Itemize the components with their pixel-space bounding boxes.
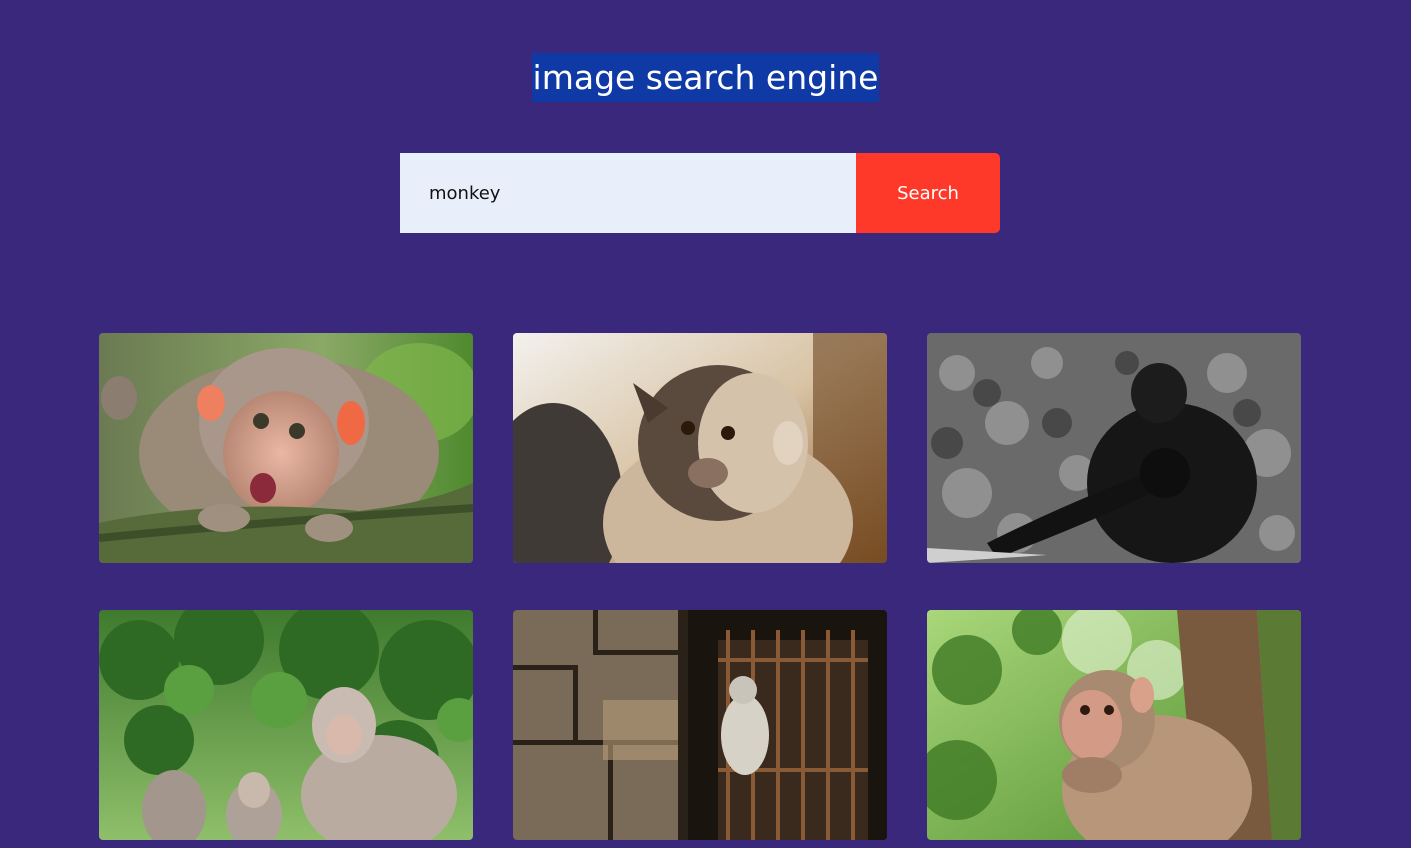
- result-image-monkey-window-bars[interactable]: [513, 610, 887, 840]
- macaque-portrait-photo: [513, 333, 887, 563]
- header: image search engine: [0, 53, 1411, 102]
- page-title: image search engine: [531, 53, 880, 102]
- search-input[interactable]: [400, 153, 856, 233]
- monkey-window-bars-photo: [513, 610, 887, 840]
- search-button[interactable]: Search: [856, 153, 1000, 233]
- result-image-bw-chimpanzees[interactable]: [927, 333, 1301, 563]
- macaque-group-photo: [99, 610, 473, 840]
- bw-chimpanzees-photo: [927, 333, 1301, 563]
- result-image-baby-macaque[interactable]: [99, 333, 473, 563]
- search-form: Search: [400, 153, 1000, 233]
- result-image-macaque-group[interactable]: [99, 610, 473, 840]
- result-image-macaque-portrait[interactable]: [513, 333, 887, 563]
- rhesus-eating-photo: [927, 610, 1301, 840]
- baby-macaque-photo: [99, 333, 473, 563]
- page: image search engine Search: [0, 0, 1411, 848]
- results-grid: [99, 333, 1301, 840]
- result-image-rhesus-eating[interactable]: [927, 610, 1301, 840]
